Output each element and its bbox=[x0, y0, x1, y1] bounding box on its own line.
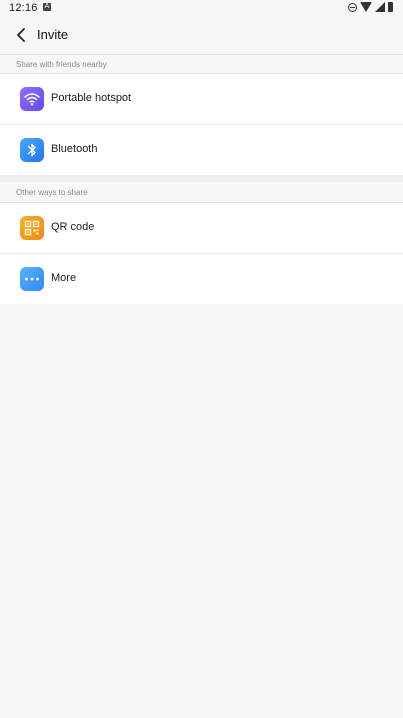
notification-icon: A bbox=[43, 3, 51, 11]
more-item[interactable]: More bbox=[0, 254, 403, 304]
app-bar: Invite bbox=[0, 16, 403, 55]
nearby-share-group: Portable hotspot Bluetooth bbox=[0, 74, 403, 175]
portable-hotspot-label: Portable hotspot bbox=[51, 92, 132, 104]
status-time: 12:16 bbox=[9, 2, 38, 14]
page-title: Invite bbox=[37, 27, 69, 42]
section-gap bbox=[0, 175, 403, 182]
qr-code-icon bbox=[20, 216, 44, 240]
bluetooth-icon bbox=[20, 138, 44, 162]
status-icons bbox=[348, 2, 393, 12]
do-not-disturb-icon bbox=[348, 2, 357, 12]
more-label: More bbox=[51, 272, 77, 284]
bluetooth-label: Bluetooth bbox=[51, 143, 98, 155]
section-header-other: Other ways to share bbox=[16, 188, 88, 197]
portable-hotspot-item[interactable]: Portable hotspot bbox=[0, 74, 403, 124]
qr-code-item[interactable]: QR code bbox=[0, 203, 403, 253]
status-bar: 12:16 A bbox=[0, 0, 403, 16]
section-header-nearby: Share with friends nearby bbox=[16, 60, 107, 69]
qr-code-label: QR code bbox=[51, 221, 95, 233]
back-button[interactable] bbox=[8, 22, 34, 48]
bluetooth-item[interactable]: Bluetooth bbox=[0, 125, 403, 175]
wifi-status-icon bbox=[360, 2, 372, 12]
more-icon bbox=[20, 267, 44, 291]
signal-icon bbox=[375, 2, 385, 12]
wifi-icon bbox=[20, 87, 44, 111]
back-arrow-icon bbox=[17, 28, 25, 42]
other-share-group: QR code More bbox=[0, 203, 403, 304]
battery-icon bbox=[388, 2, 393, 12]
